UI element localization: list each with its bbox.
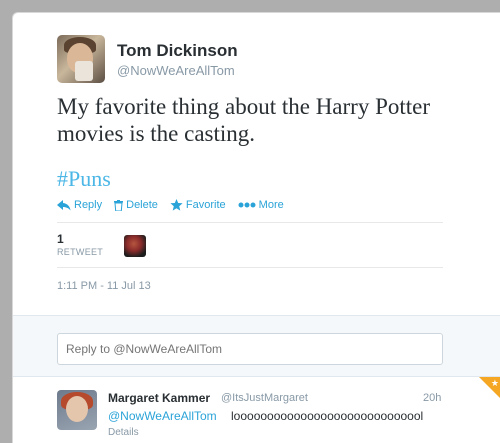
star-icon xyxy=(170,199,183,211)
more-button[interactable]: More xyxy=(238,199,284,211)
reply-arrow-icon xyxy=(57,199,71,210)
tweet-actions: Reply Delete Favorite More xyxy=(57,199,296,211)
trash-icon xyxy=(114,199,124,211)
reply-tweet[interactable]: Margaret Kammer @ItsJustMargaret 20h @No… xyxy=(13,377,500,443)
reply-input[interactable] xyxy=(57,333,443,365)
reply-mention-link[interactable]: @NowWeAreAllTom xyxy=(108,409,217,423)
reply-author-handle[interactable]: @ItsJustMargaret xyxy=(221,392,308,404)
reply-details-link[interactable]: Details xyxy=(108,427,139,438)
tweet-card: Tom Dickinson @NowWeAreAllTom My favorit… xyxy=(12,12,500,443)
reply-text: looooooooooooooooooooooooooool xyxy=(231,409,424,423)
more-label: More xyxy=(258,199,284,211)
retweet-label[interactable]: RETWEET xyxy=(57,247,103,257)
reply-author-avatar[interactable] xyxy=(57,390,97,430)
hashtag-link[interactable]: #Puns xyxy=(57,166,111,192)
reply-box-section xyxy=(13,315,500,377)
ellipsis-icon xyxy=(238,202,256,208)
retweet-count[interactable]: 1 xyxy=(57,232,64,246)
delete-button[interactable]: Delete xyxy=(114,199,158,211)
divider xyxy=(57,222,443,223)
tweet-timestamp[interactable]: 1:11 PM - 11 Jul 13 xyxy=(57,280,151,292)
tweet-text: My favorite thing about the Harry Potter… xyxy=(57,94,431,146)
divider xyxy=(57,267,443,268)
favorited-star-icon: ★ xyxy=(490,378,499,388)
author-name[interactable]: Tom Dickinson xyxy=(117,41,238,61)
favorite-label: Favorite xyxy=(185,199,226,211)
reply-label: Reply xyxy=(74,199,103,211)
reply-author-name[interactable]: Margaret Kammer xyxy=(108,391,210,405)
retweeter-avatar[interactable] xyxy=(124,235,146,257)
author-avatar[interactable] xyxy=(57,35,105,83)
author-handle[interactable]: @NowWeAreAllTom xyxy=(117,63,235,78)
reply-time[interactable]: 20h xyxy=(423,392,441,404)
reply-button[interactable]: Reply xyxy=(57,199,102,211)
delete-label: Delete xyxy=(126,199,158,211)
favorite-button[interactable]: Favorite xyxy=(170,199,226,211)
